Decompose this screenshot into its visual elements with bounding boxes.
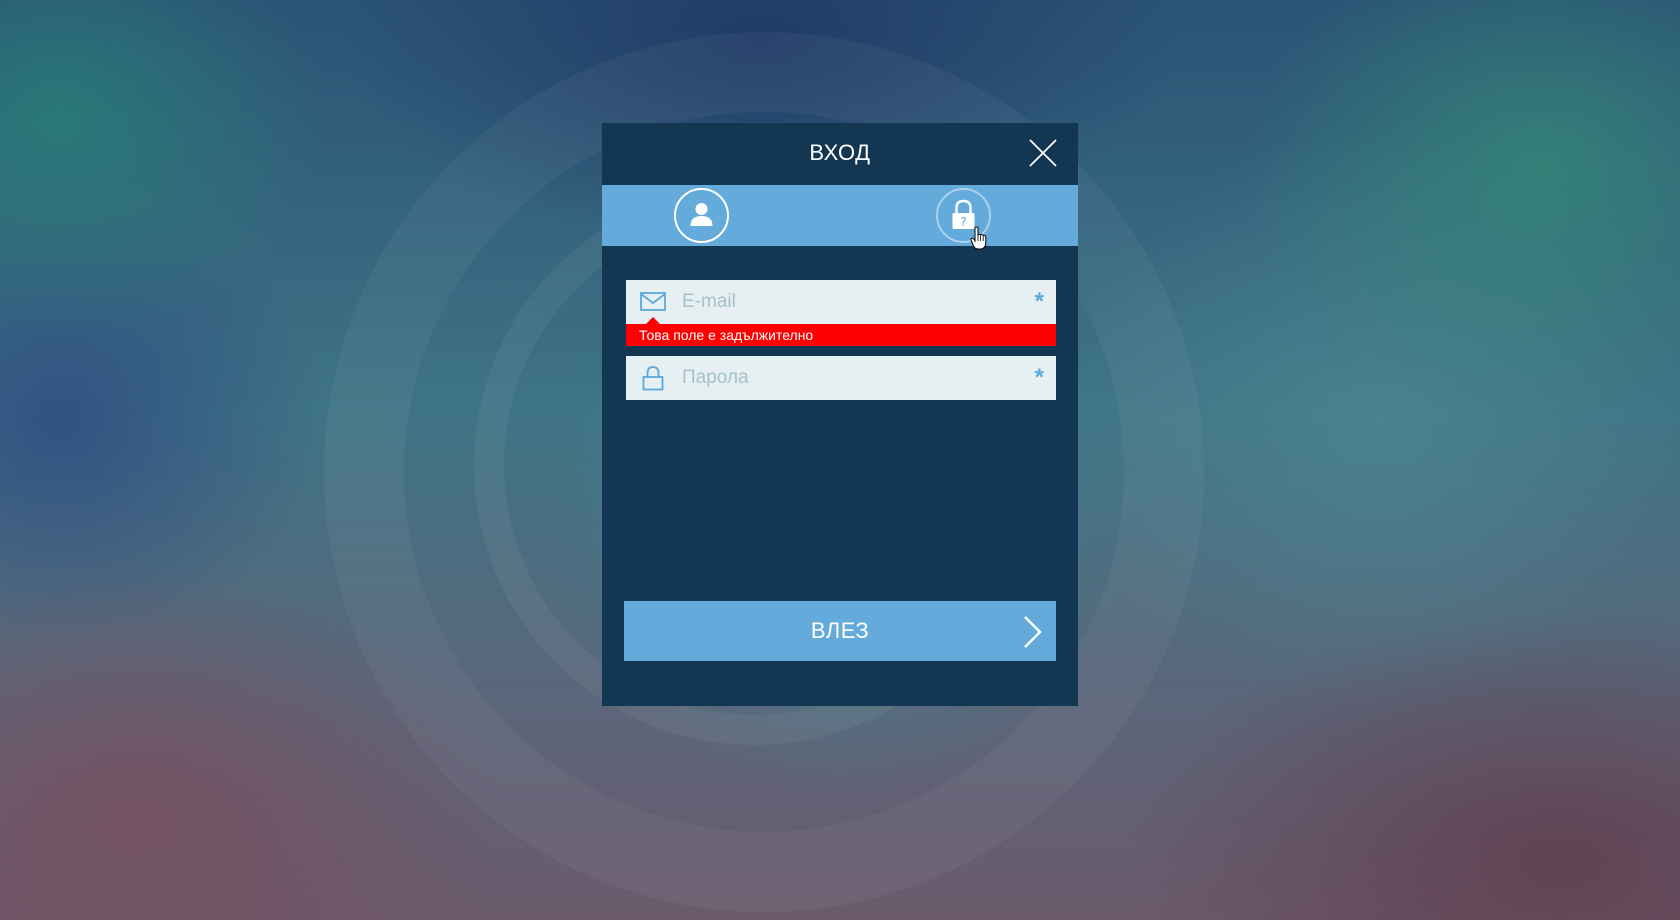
- submit-label: ВЛЕЗ: [810, 618, 870, 643]
- login-submit-button[interactable]: ВЛЕЗ: [624, 601, 1056, 661]
- password-input[interactable]: [682, 356, 1012, 400]
- lock-icon: [642, 366, 664, 391]
- user-icon: [690, 203, 713, 226]
- lock-question-icon: ?: [952, 199, 975, 229]
- modal-title: ВХОД: [809, 140, 871, 165]
- envelope-icon: [640, 292, 666, 311]
- password-required-mark: *: [1034, 364, 1044, 391]
- email-error-text: Това поле е задължително: [639, 327, 814, 343]
- email-field: *: [626, 280, 1056, 324]
- tab-login[interactable]: [674, 188, 729, 243]
- error-pointer: [646, 317, 660, 324]
- modal-header: ВХОД: [602, 123, 1078, 185]
- tab-forgot-password[interactable]: ?: [936, 188, 991, 243]
- chevron-right-icon: [1024, 616, 1042, 648]
- email-error-message: Това поле е задължително: [626, 317, 1056, 346]
- email-input[interactable]: [682, 280, 1012, 324]
- email-required-mark: *: [1034, 288, 1044, 315]
- svg-text:?: ?: [960, 215, 966, 229]
- login-modal: ВХОД ? E-mail * Това поле е задължително…: [602, 123, 1078, 706]
- close-button[interactable]: [1028, 138, 1058, 168]
- close-icon: [1029, 139, 1057, 167]
- tab-bar: ?: [602, 185, 1078, 250]
- password-field: *: [626, 356, 1056, 400]
